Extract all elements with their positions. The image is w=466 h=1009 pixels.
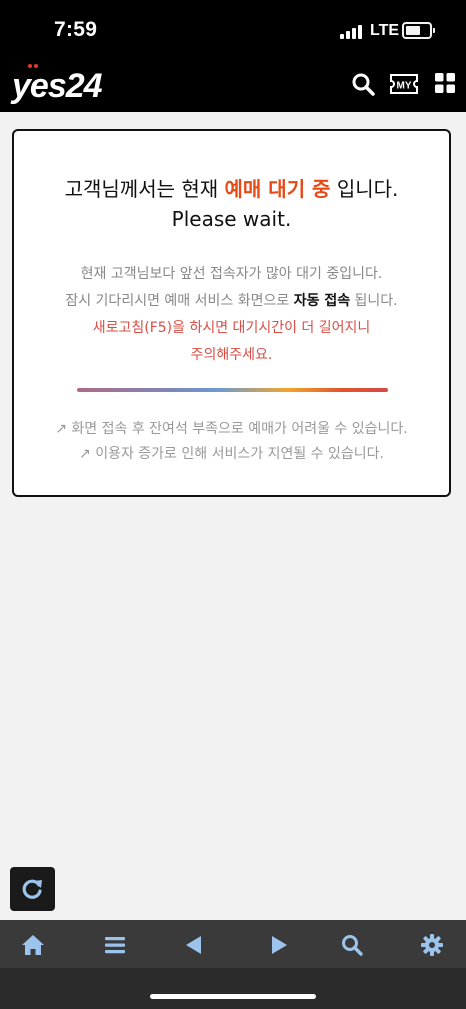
waiting-message-line1: 현재 고객님보다 앞선 접속자가 많아 대기 중입니다. [80,266,383,282]
line2-suffix: 됩니다. [350,293,398,309]
note-line1: ↗ 화면 접속 후 잔여석 부족으로 예매가 어려울 수 있습니다. [55,421,408,437]
refresh-icon [22,879,42,899]
status-bar: 7:59 LTE [0,0,466,58]
back-arrow-icon[interactable] [181,932,207,958]
toolbar-row [0,920,466,968]
line2-prefix: 잠시 기다리시면 예매 서비스 화면으로 [65,293,294,309]
search-icon[interactable] [339,932,365,958]
settings-gear-icon[interactable] [419,932,445,958]
network-type: LTE [370,22,400,39]
battery-icon [402,22,435,39]
logo-dots [28,64,40,70]
app-header: yes24 MY [0,58,466,112]
title-prefix: 고객님께서는 현재 [64,177,225,201]
list-icon[interactable] [102,932,128,958]
title-suffix: 입니다. [330,177,399,201]
home-icon[interactable] [20,932,46,958]
signal-strength-icon [340,23,364,39]
forward-arrow-icon[interactable] [266,932,292,958]
title-highlight: 예매 대기 중 [224,177,331,201]
yes24-logo[interactable]: yes24 [12,66,103,106]
progress-gradient-bar [77,388,388,392]
my-page-icon[interactable]: MY [388,72,420,96]
warning-line2: 주의해주세요. [190,347,273,363]
waiting-subtitle: Please wait. [171,207,292,231]
warning-line1: 새로고침(F5)을 하시면 대기시간이 더 길어지니 [92,320,371,336]
waiting-message-line2: 잠시 기다리시면 예매 서비스 화면으로 자동 접속 됩니다. [14,290,449,310]
search-icon[interactable] [351,72,375,96]
status-time: 7:59 [54,18,98,41]
home-indicator[interactable] [150,994,316,999]
note-line2: ↗ 이용자 증가로 인해 서비스가 지연될 수 있습니다. [79,446,384,462]
waiting-notice-card: 고객님께서는 현재 예매 대기 중 입니다. Please wait. 현재 고… [12,129,451,497]
line2-bold: 자동 접속 [293,293,351,309]
my-label: MY [397,81,412,92]
refresh-button[interactable] [10,867,55,911]
menu-grid-icon[interactable] [435,73,455,93]
waiting-title: 고객님께서는 현재 예매 대기 중 입니다. [14,173,449,202]
